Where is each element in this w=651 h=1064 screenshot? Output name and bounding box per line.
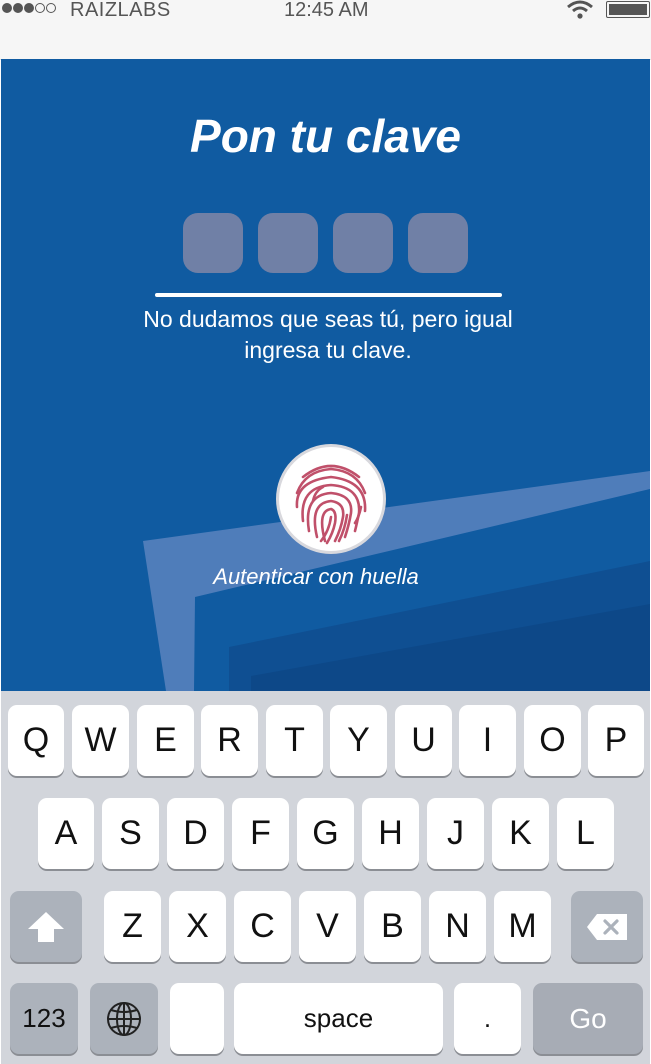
globe-icon [107, 1001, 141, 1036]
key-i[interactable]: I [459, 705, 516, 776]
pin-input[interactable] [183, 213, 468, 273]
fingerprint-label: Autenticar con huella [213, 564, 419, 589]
key-m[interactable]: M [494, 891, 551, 962]
key-h[interactable]: H [362, 798, 419, 869]
key-d[interactable]: D [167, 798, 224, 869]
status-bar: RAIZLABS 12:45 AM [0, 0, 651, 60]
signal-dots-icon [2, 3, 56, 13]
period-key[interactable]: . [454, 983, 521, 1054]
wifi-icon [567, 0, 593, 19]
key-e[interactable]: E [137, 705, 194, 776]
key-p[interactable]: P [588, 705, 644, 776]
key-f[interactable]: F [232, 798, 289, 869]
key-v[interactable]: V [299, 891, 356, 962]
key-l[interactable]: L [557, 798, 614, 869]
key-j[interactable]: J [427, 798, 484, 869]
key-s[interactable]: S [102, 798, 159, 869]
key-u[interactable]: U [395, 705, 452, 776]
key-o[interactable]: O [524, 705, 581, 776]
carrier-name: RAIZLABS [70, 0, 171, 21]
key-r[interactable]: R [201, 705, 258, 776]
key-k[interactable]: K [492, 798, 549, 869]
globe-key[interactable] [90, 983, 158, 1054]
key-z[interactable]: Z [104, 891, 161, 962]
space-key[interactable]: space [234, 983, 443, 1054]
fingerprint-icon [295, 464, 367, 545]
backspace-icon [587, 913, 627, 940]
numbers-key[interactable]: 123 [10, 983, 78, 1054]
key-c[interactable]: C [234, 891, 291, 962]
key-x[interactable]: X [169, 891, 226, 962]
status-time: 12:45 AM [284, 0, 369, 21]
key-b[interactable]: B [364, 891, 421, 962]
pin-digit-1 [183, 213, 243, 273]
page-title: Pon tu clave [190, 110, 461, 162]
key-y[interactable]: Y [330, 705, 387, 776]
pin-digit-3 [333, 213, 393, 273]
pin-underline [155, 293, 502, 297]
battery-icon [606, 1, 650, 18]
key-g[interactable]: G [297, 798, 354, 869]
key-q[interactable]: Q [8, 705, 64, 776]
pin-digit-4 [408, 213, 468, 273]
key-a[interactable]: A [38, 798, 94, 869]
key-t[interactable]: T [266, 705, 323, 776]
delete-key[interactable] [571, 891, 643, 962]
go-key[interactable]: Go [533, 983, 643, 1054]
pin-digit-2 [258, 213, 318, 273]
shift-key[interactable] [10, 891, 82, 962]
key-w[interactable]: W [72, 705, 129, 776]
blank-key[interactable] [170, 983, 224, 1054]
fingerprint-button[interactable] [276, 444, 386, 554]
shift-arrow-icon [28, 911, 64, 942]
passcode-panel: Pon tu clave No dudamos que seas tú, per… [1, 59, 650, 691]
passcode-hint: No dudamos que seas tú, pero igual ingre… [143, 306, 513, 363]
key-n[interactable]: N [429, 891, 486, 962]
keyboard: Q W E R T Y U I O P A S D F G H J K L Z … [1, 691, 650, 1064]
